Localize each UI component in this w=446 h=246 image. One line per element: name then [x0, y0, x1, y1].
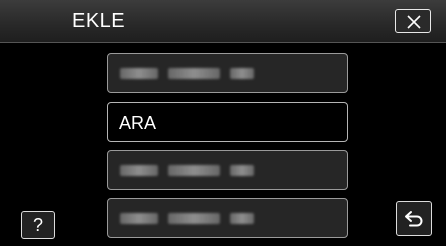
obscured-text: [120, 68, 260, 80]
help-button[interactable]: ?: [21, 211, 55, 239]
list-item-label: ARA: [119, 113, 157, 133]
header-bar: EKLE: [0, 0, 446, 43]
close-icon: [407, 15, 421, 29]
obscured-text: [120, 165, 260, 177]
list-item-ara[interactable]: ARA: [107, 102, 348, 142]
page-title: EKLE: [72, 10, 126, 32]
obscured-text: [120, 213, 260, 225]
list-item-4[interactable]: [107, 198, 348, 238]
back-button[interactable]: [396, 201, 432, 236]
list-item-3[interactable]: [107, 150, 348, 190]
list-item-1[interactable]: [107, 53, 348, 93]
close-button[interactable]: [395, 9, 431, 33]
screen: EKLE ARA ?: [0, 0, 446, 246]
return-icon: [405, 211, 423, 227]
